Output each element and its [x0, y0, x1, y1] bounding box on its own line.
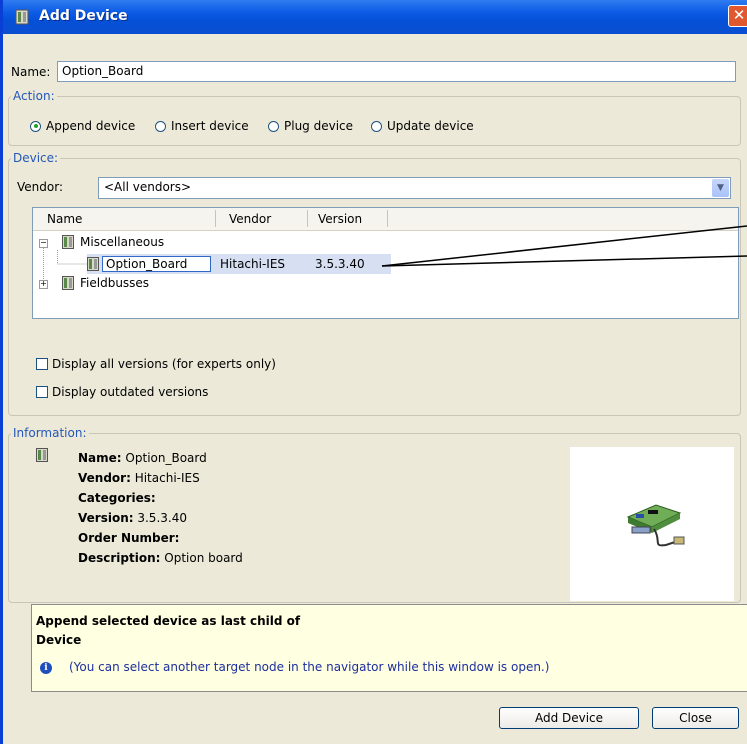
vendor-label: Vendor: — [17, 180, 63, 194]
info-name-value: Option_Board — [125, 451, 207, 465]
option-board-image — [626, 504, 685, 547]
info-name-label: Name: — [78, 451, 122, 465]
radio-plug-device[interactable]: Plug device — [268, 119, 353, 133]
tree-node-fieldbusses[interactable]: Fieldbusses — [62, 276, 149, 290]
column-header-version[interactable]: Version — [318, 212, 362, 226]
checkbox-label: Display all versions (for experts only) — [52, 357, 276, 371]
tree-node-label: Miscellaneous — [80, 235, 165, 249]
close-window-button[interactable]: ✕ — [728, 5, 747, 27]
window-title: Add Device — [39, 8, 128, 24]
column-divider[interactable] — [387, 210, 388, 227]
radio-insert-device[interactable]: Insert device — [155, 119, 249, 133]
close-button[interactable]: Close — [652, 707, 739, 729]
device-icon — [36, 448, 48, 462]
action-group-title: Action: — [11, 89, 57, 103]
column-divider[interactable] — [215, 210, 216, 227]
checkbox-display-all-versions[interactable]: Display all versions (for experts only) — [36, 357, 276, 371]
selected-item-version: 3.5.3.40 — [315, 257, 365, 271]
device-image-panel — [570, 447, 734, 601]
device-group-title: Device: — [11, 151, 61, 165]
info-vendor-label: Vendor: — [78, 471, 131, 485]
name-label: Name: — [11, 65, 51, 79]
target-note-panel: Append selected device as last child of … — [31, 604, 747, 692]
checkbox-icon — [36, 386, 48, 398]
checkbox-display-outdated[interactable]: Display outdated versions — [36, 385, 208, 399]
info-icon: i — [40, 662, 52, 674]
note-line-2: Device — [36, 633, 82, 647]
title-bar[interactable]: Add Device — [3, 0, 747, 34]
device-icon — [15, 9, 29, 25]
add-device-button[interactable]: Add Device — [499, 707, 639, 729]
info-order-label: Order Number: — [78, 531, 180, 545]
column-divider[interactable] — [307, 210, 308, 227]
information-group-title: Information: — [11, 426, 89, 440]
info-vendor-value: Hitachi-IES — [134, 471, 200, 485]
selected-item-vendor: Hitachi-IES — [220, 257, 286, 271]
radio-label: Plug device — [284, 119, 354, 133]
selected-item-name: Option_Board — [102, 256, 212, 272]
radio-icon — [268, 120, 279, 132]
device-tree[interactable]: Name Vendor Version − Miscellaneous Opti… — [32, 207, 739, 319]
note-hint: (You can select another target node in t… — [69, 660, 550, 674]
info-description-value: Option board — [164, 551, 243, 565]
tree-node-option-board[interactable]: Option_Board — [87, 256, 212, 272]
checkbox-label: Display outdated versions — [52, 385, 209, 399]
radio-icon — [155, 120, 166, 132]
radio-icon — [371, 120, 382, 132]
device-icon — [62, 276, 74, 290]
info-description-label: Description: — [78, 551, 161, 565]
tree-node-miscellaneous[interactable]: Miscellaneous — [62, 235, 164, 249]
radio-append-device[interactable]: Append device — [30, 119, 135, 133]
add-device-dialog: Add Device ✕ Name: Option_Board Action: … — [0, 0, 747, 744]
information-details: Name: Option_Board Vendor: Hitachi-IES C… — [78, 448, 243, 568]
vendor-select[interactable]: <All vendors> ▼ — [98, 177, 731, 199]
name-input[interactable]: Option_Board — [57, 61, 736, 82]
device-icon — [87, 257, 99, 271]
column-header-vendor[interactable]: Vendor — [229, 212, 271, 226]
info-categories-label: Categories: — [78, 491, 156, 505]
vendor-select-value: <All vendors> — [104, 180, 192, 194]
collapse-icon[interactable]: − — [39, 239, 48, 248]
tree-node-label: Fieldbusses — [80, 276, 150, 290]
radio-update-device[interactable]: Update device — [371, 119, 474, 133]
chevron-down-icon[interactable]: ▼ — [712, 179, 729, 197]
info-version-label: Version: — [78, 511, 134, 525]
info-version-value: 3.5.3.40 — [137, 511, 187, 525]
note-line-1: Append selected device as last child of — [36, 614, 301, 628]
radio-label: Update device — [387, 119, 474, 133]
checkbox-icon — [36, 358, 48, 370]
device-icon — [62, 235, 74, 249]
radio-label: Insert device — [171, 119, 249, 133]
radio-selected-icon — [30, 120, 41, 132]
expand-icon[interactable]: + — [39, 280, 48, 289]
radio-label: Append device — [46, 119, 136, 133]
